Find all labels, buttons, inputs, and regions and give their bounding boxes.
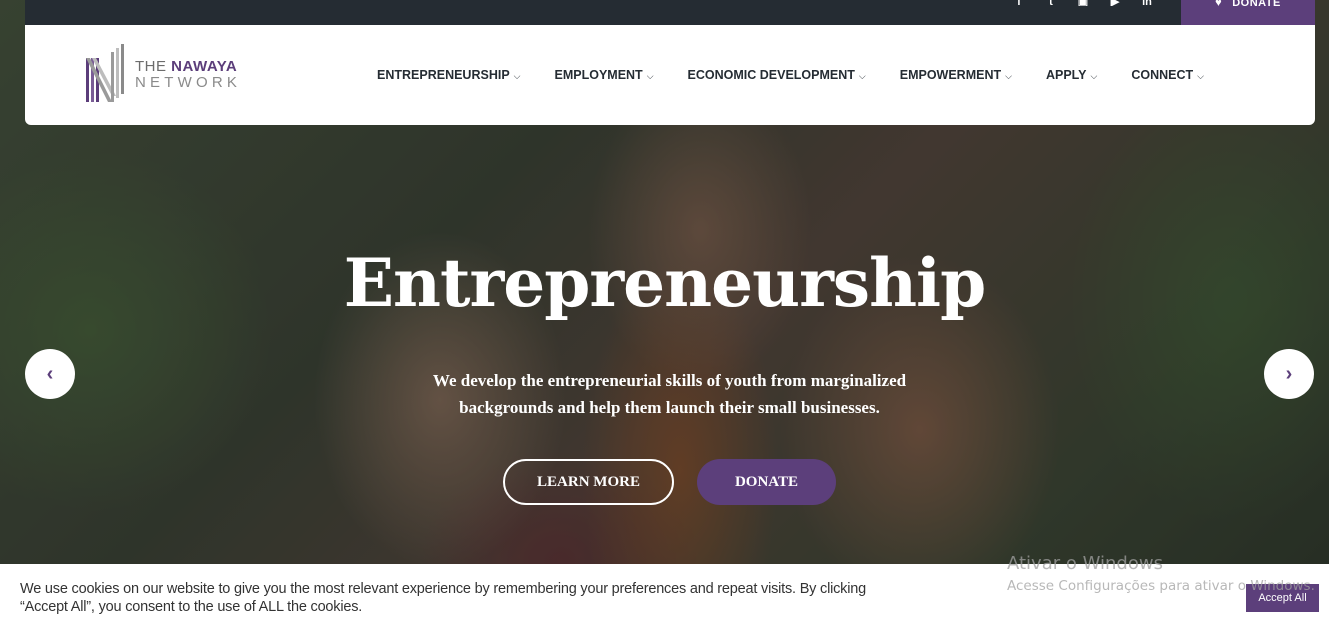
social-links: f t ▣ ▶ in [1010, 0, 1156, 10]
watermark-line2: Acesse Configurações para ativar o Windo… [1007, 578, 1315, 594]
nav-item-label: EMPLOYMENT [554, 68, 643, 82]
chevron-down-icon: ⌵ [646, 70, 654, 81]
twitter-icon[interactable]: t [1042, 0, 1060, 6]
nav-item-employment[interactable]: EMPLOYMENT ⌵ [555, 68, 654, 82]
hero-subtitle-line1: We develop the entrepreneurial skills of… [432, 371, 907, 390]
slider-next-button[interactable]: › [1264, 349, 1314, 399]
instagram-icon[interactable]: ▣ [1074, 0, 1092, 6]
youtube-icon[interactable]: ▶ [1106, 0, 1124, 6]
logo-wordmark: THE NAWAYA NETWORK [135, 59, 241, 90]
nav-item-apply[interactable]: APPLY ⌵ [1046, 68, 1097, 82]
chevron-down-icon: ⌵ [513, 70, 521, 81]
nav-item-label: ECONOMIC DEVELOPMENT [687, 68, 855, 82]
heart-icon: ♥ [1215, 0, 1223, 9]
watermark-line1: Ativar o Windows [1007, 553, 1163, 574]
learn-more-button[interactable]: LEARN MORE [503, 459, 674, 505]
logo-line2: NETWORK [135, 73, 242, 91]
nav-item-connect[interactable]: CONNECT ⌵ [1131, 68, 1204, 82]
top-bar: f t ▣ ▶ in ♥ DONATE [25, 0, 1315, 25]
main-navigation: THE NAWAYA NETWORK ENTREPRENEURSHIP ⌵ EM… [25, 25, 1315, 125]
chevron-down-icon: ⌵ [1090, 70, 1098, 81]
chevron-right-icon: › [1285, 362, 1293, 385]
topbar-donate-label: DONATE [1232, 0, 1281, 9]
chevron-down-icon: ⌵ [1005, 70, 1012, 81]
linkedin-icon[interactable]: in [1138, 0, 1156, 6]
nav-item-label: CONNECT [1131, 68, 1194, 82]
windows-activation-watermark: Ativar o Windows Acesse Configurações pa… [1007, 553, 1327, 595]
cookie-message: We use cookies on our website to give yo… [20, 580, 900, 616]
nav-item-empowerment[interactable]: EMPOWERMENT ⌵ [900, 68, 1012, 82]
chevron-down-icon: ⌵ [1197, 70, 1204, 81]
hero-title: Entrepreneurship [343, 244, 987, 322]
nav-item-label: ENTREPRENEURSHIP [377, 68, 510, 82]
nav-menu: ENTREPRENEURSHIP ⌵ EMPLOYMENT ⌵ ECONOMIC… [377, 25, 1238, 125]
nav-item-label: EMPOWERMENT [899, 68, 1002, 82]
hero-donate-button[interactable]: DONATE [697, 459, 836, 505]
site-logo[interactable]: THE NAWAYA NETWORK [85, 44, 245, 104]
nav-item-economic-development[interactable]: ECONOMIC DEVELOPMENT ⌵ [688, 68, 866, 82]
cookie-message-line1: We use cookies on our website to give yo… [20, 581, 866, 597]
nawaya-logo-icon [86, 44, 124, 102]
hero-subtitle: We develop the entrepreneurial skills of… [414, 367, 925, 421]
nav-item-entrepreneurship[interactable]: ENTREPRENEURSHIP ⌵ [377, 68, 521, 82]
hero-subtitle-line2: backgrounds and help them launch their s… [459, 398, 880, 417]
slider-prev-button[interactable]: ‹ [25, 349, 75, 399]
chevron-left-icon: ‹ [46, 362, 54, 385]
chevron-down-icon: ⌵ [858, 70, 866, 81]
nav-item-label: APPLY [1045, 68, 1087, 82]
facebook-icon[interactable]: f [1010, 0, 1028, 6]
logo-line1: THE NAWAYA [135, 57, 238, 75]
cookie-message-line2: “Accept All”, you consent to the use of … [20, 599, 363, 615]
topbar-donate-button[interactable]: ♥ DONATE [1181, 0, 1315, 25]
